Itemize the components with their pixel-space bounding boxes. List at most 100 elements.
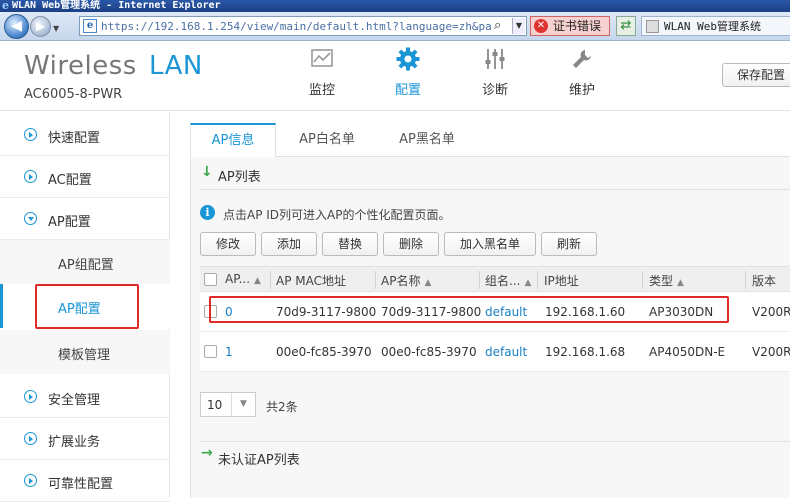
- ie-logo-icon: e: [2, 0, 9, 12]
- col-separator: [479, 271, 480, 289]
- highlight-box: [209, 296, 729, 323]
- expand-icon: [24, 128, 37, 141]
- tab-ap-blacklist[interactable]: AP黑名单: [382, 123, 472, 157]
- ap-name: 00e0-fc85-3970: [381, 345, 477, 359]
- col-ap-mac[interactable]: AP MAC地址: [276, 272, 374, 289]
- delete-button[interactable]: 删除: [383, 232, 439, 256]
- collapse-icon: [24, 212, 37, 225]
- search-icon[interactable]: ⌕: [494, 18, 501, 33]
- col-group[interactable]: 组名... ▲: [485, 272, 537, 289]
- expand-icon: [24, 390, 37, 403]
- page-size-select[interactable]: 10 ▼: [200, 392, 256, 417]
- col-separator: [270, 271, 271, 289]
- sidebar-item-ap-config[interactable]: AP配置: [0, 198, 170, 240]
- window-titlebar: e WLAN Web管理系统 - Internet Explorer: [0, 0, 790, 12]
- col-version[interactable]: 版本: [752, 272, 790, 289]
- sidebar-item-extended-services[interactable]: 扩展业务: [0, 418, 170, 460]
- add-to-blacklist-button[interactable]: 加入黑名单: [444, 232, 536, 256]
- section-divider: [200, 189, 790, 190]
- cert-error-icon: ✕: [534, 19, 548, 33]
- address-url[interactable]: https://192.168.1.254/view/main/default.…: [101, 19, 491, 34]
- monitor-icon: [311, 49, 333, 67]
- page-icon: e: [83, 19, 97, 33]
- window-title: WLAN Web管理系统 - Internet Explorer: [12, 0, 221, 11]
- ap-group-link[interactable]: default: [485, 345, 527, 359]
- browser-tab-title: WLAN Web管理系统: [664, 20, 761, 33]
- section-arrow-icon: ↓: [201, 164, 213, 180]
- nav-diagnose[interactable]: 诊断: [460, 47, 530, 105]
- nav-maintain-label: 维护: [568, 83, 595, 98]
- chevron-down-icon[interactable]: ▼: [231, 393, 255, 416]
- row-checkbox[interactable]: [204, 345, 217, 358]
- device-model: AC6005-8-PWR: [24, 87, 123, 102]
- ap-mac: 00e0-fc85-3970: [276, 345, 372, 359]
- browser-toolbar: ◀ ▶ ▼ e https://192.168.1.254/view/main/…: [0, 12, 790, 41]
- modify-button[interactable]: 修改: [200, 232, 256, 256]
- col-type[interactable]: 类型 ▲: [649, 272, 745, 289]
- nav-config[interactable]: 配置: [373, 47, 443, 105]
- sliders-icon: [485, 49, 505, 69]
- total-count: 共2条: [266, 400, 298, 414]
- page-size-value: 10: [207, 398, 223, 412]
- cert-error-indicator[interactable]: ✕ 证书错误: [530, 16, 610, 36]
- sidebar-item-label: 快速配置: [48, 131, 101, 146]
- back-button[interactable]: ◀: [4, 14, 29, 39]
- expand-icon: [24, 432, 37, 445]
- sidebar-item-label: AP配置: [48, 215, 91, 230]
- sidebar-item-security[interactable]: 安全管理: [0, 376, 170, 418]
- sidebar-item-label: 安全管理: [48, 393, 101, 408]
- refresh-page-button[interactable]: ⇄: [616, 16, 636, 36]
- forward-button[interactable]: ▶: [30, 16, 51, 37]
- sidebar-item-label: 扩展业务: [48, 435, 101, 450]
- highlight-box: [35, 284, 139, 329]
- col-ap-id[interactable]: AP... ▲: [225, 272, 267, 286]
- nav-diagnose-label: 诊断: [481, 83, 508, 98]
- sidebar-subitem-template-manage[interactable]: 模板管理: [0, 330, 170, 374]
- col-separator: [642, 271, 643, 289]
- brand-wireless: Wireless: [24, 51, 137, 81]
- app-header: Wireless LAN AC6005-8-PWR 监控 配置 诊断 维护 保存…: [0, 41, 790, 111]
- section-divider: [200, 441, 790, 442]
- nav-monitor[interactable]: 监控: [287, 47, 357, 105]
- sidebar-subitem-ap-group-config[interactable]: AP组配置: [0, 240, 170, 284]
- sidebar-item-label: 可靠性配置: [48, 477, 114, 492]
- replace-button[interactable]: 替换: [322, 232, 378, 256]
- tab-favicon-icon: [646, 20, 659, 33]
- tab-ap-info[interactable]: AP信息: [190, 123, 276, 158]
- col-separator: [745, 271, 746, 289]
- sidebar-item-label: AC配置: [48, 173, 92, 188]
- address-dropdown-icon[interactable]: ▼: [512, 18, 525, 34]
- sidebar-subitem-label: AP组配置: [58, 258, 114, 273]
- unauth-ap-list-title[interactable]: 未认证AP列表: [218, 449, 300, 468]
- sidebar-item-ac-config[interactable]: AC配置: [0, 156, 170, 198]
- gear-icon: [396, 47, 420, 71]
- sidebar-subitem-label: 模板管理: [58, 348, 111, 363]
- history-dropdown-icon[interactable]: ▼: [53, 24, 59, 33]
- refresh-button[interactable]: 刷新: [541, 232, 597, 256]
- ap-ip: 192.168.1.68: [545, 345, 626, 359]
- save-config-button[interactable]: 保存配置: [722, 63, 790, 87]
- tab-ap-whitelist[interactable]: AP白名单: [282, 123, 372, 157]
- ap-id-link[interactable]: 1: [225, 345, 233, 359]
- sidebar-item-quick-config[interactable]: 快速配置: [0, 114, 170, 156]
- nav-maintain[interactable]: 维护: [547, 47, 617, 105]
- table-row[interactable]: 1 00e0-fc85-3970 00e0-fc85-3970 default …: [200, 332, 790, 372]
- col-ip[interactable]: IP地址: [544, 272, 642, 289]
- sidebar-item-reliability[interactable]: 可靠性配置: [0, 460, 170, 502]
- add-button[interactable]: 添加: [261, 232, 317, 256]
- expand-icon: [24, 170, 37, 183]
- ap-table-header: AP... ▲ AP MAC地址 AP名称 ▲ 组名... ▲ IP地址 类型 ▲ 版本: [200, 266, 790, 292]
- cert-error-label: 证书错误: [553, 19, 602, 33]
- brand-lan: LAN: [149, 51, 203, 81]
- ap-list-info: 点击AP ID列可进入AP的个性化配置页面。: [223, 208, 451, 222]
- col-separator: [537, 271, 538, 289]
- select-all-checkbox[interactable]: [204, 273, 217, 286]
- col-ap-name[interactable]: AP名称 ▲: [381, 272, 477, 289]
- col-separator: [375, 271, 376, 289]
- ap-version: V200R: [752, 305, 790, 319]
- nav-config-label: 配置: [394, 83, 421, 98]
- section-arrow-icon[interactable]: →: [201, 445, 213, 461]
- browser-tab[interactable]: WLAN Web管理系统: [641, 16, 790, 36]
- ap-list-title: AP列表: [218, 170, 261, 185]
- address-bar[interactable]: e https://192.168.1.254/view/main/defaul…: [79, 16, 527, 36]
